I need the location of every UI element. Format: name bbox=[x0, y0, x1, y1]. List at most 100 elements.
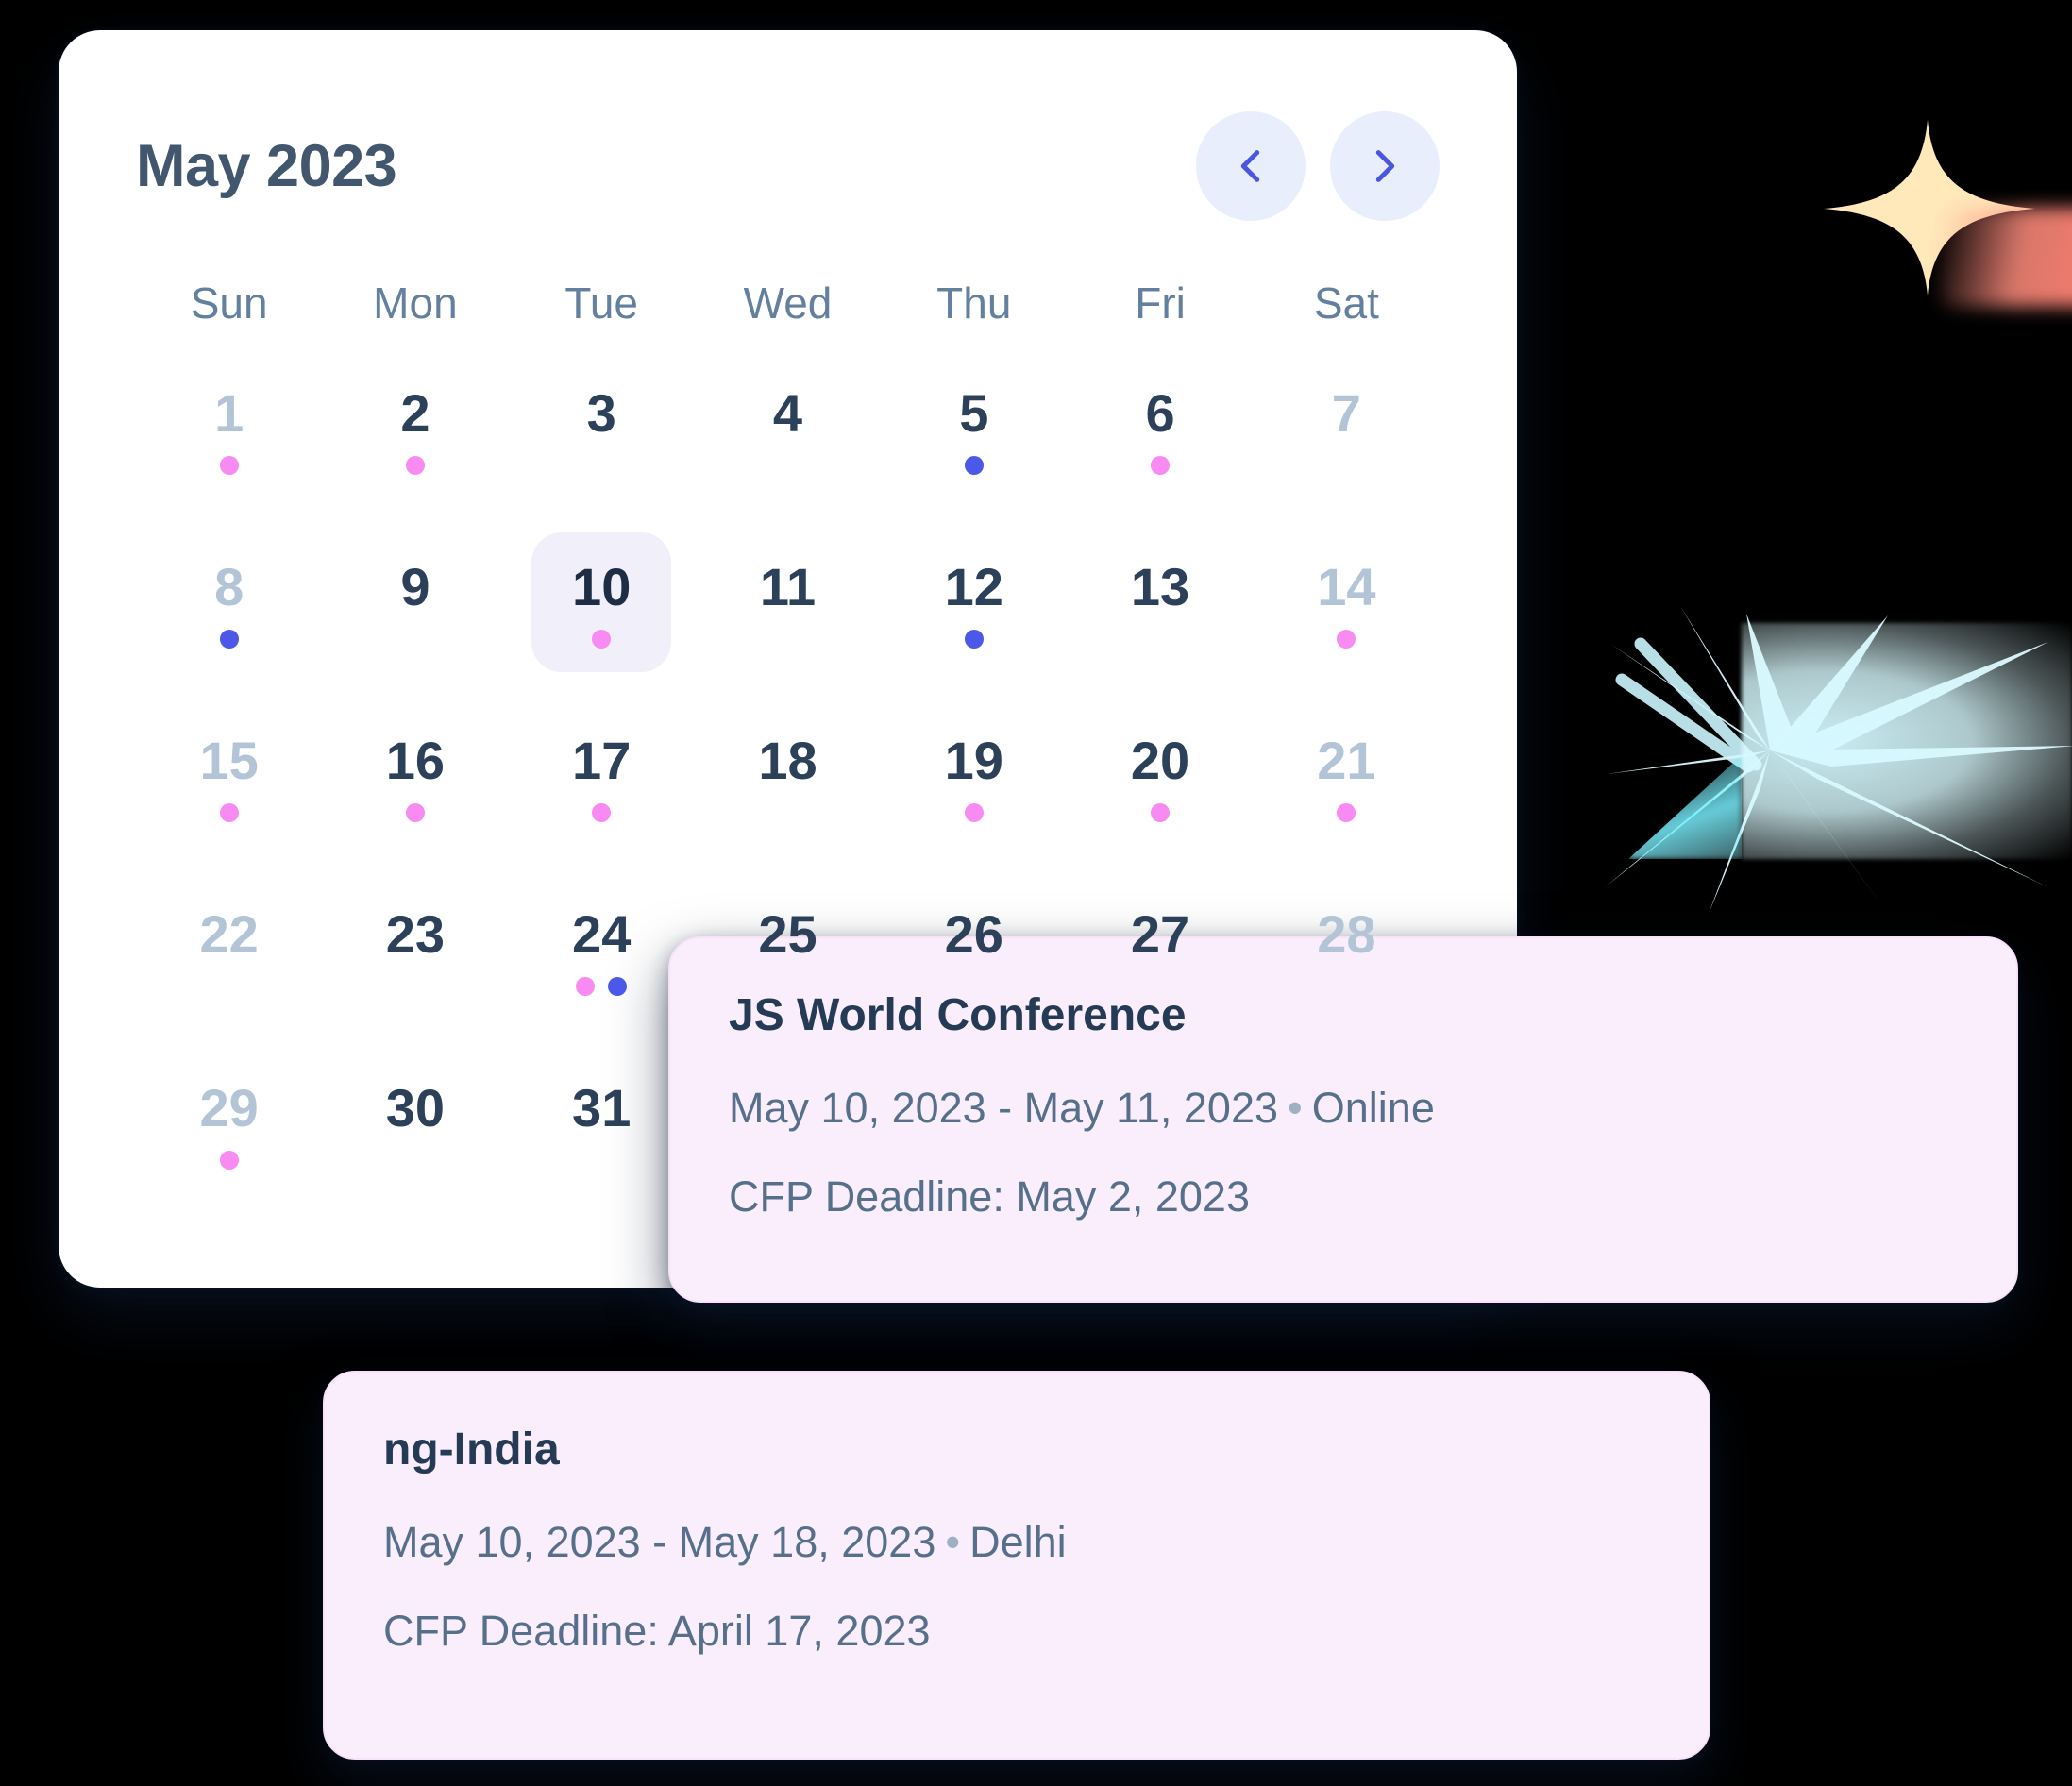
sparkle-cyan-wedge bbox=[1628, 755, 1742, 859]
event-dot-pink bbox=[1337, 630, 1356, 649]
calendar-day-cell[interactable]: 21 bbox=[1254, 706, 1440, 846]
day-number: 11 bbox=[759, 557, 817, 616]
day-number: 21 bbox=[1317, 731, 1376, 790]
calendar-day-cell[interactable]: 1 bbox=[136, 359, 322, 498]
chevron-left-icon bbox=[1240, 150, 1260, 182]
calendar-day-cell[interactable]: 10 bbox=[509, 532, 695, 672]
event-dot-blue bbox=[219, 630, 239, 649]
event-cfp-deadline: CFP Deadline: May 2, 2023 bbox=[729, 1171, 1250, 1221]
calendar-day-cell[interactable]: 18 bbox=[695, 706, 881, 846]
event-dot-pink bbox=[405, 456, 425, 475]
event-dot-blue bbox=[964, 630, 984, 649]
weekday-label: Sat bbox=[1313, 278, 1379, 328]
event-location: Online bbox=[1311, 1083, 1435, 1132]
event-cfp-deadline: CFP Deadline: April 17, 2023 bbox=[383, 1606, 931, 1655]
day-number: 16 bbox=[385, 731, 446, 790]
event-popover[interactable]: JS World Conference May 10, 2023 - May 1… bbox=[668, 936, 2018, 1303]
prev-month-button[interactable] bbox=[1196, 111, 1306, 221]
sparkle-blob-red bbox=[1940, 208, 2072, 307]
event-dot-pink bbox=[592, 630, 612, 649]
day-number: 7 bbox=[1331, 383, 1361, 443]
next-month-button[interactable] bbox=[1330, 111, 1440, 221]
event-location: Delhi bbox=[969, 1517, 1067, 1566]
day-number: 6 bbox=[1145, 383, 1175, 443]
day-number: 17 bbox=[572, 731, 632, 790]
calendar-day-cell[interactable]: 31 bbox=[509, 1053, 695, 1193]
day-number: 18 bbox=[758, 731, 817, 790]
calendar-day-cell[interactable]: 16 bbox=[322, 706, 508, 846]
calendar-day-cell[interactable]: 5 bbox=[881, 359, 1067, 498]
event-meta-separator: • bbox=[1288, 1083, 1303, 1132]
calendar-header: May 2023 bbox=[136, 106, 1440, 227]
day-number: 31 bbox=[572, 1078, 632, 1137]
day-number: 29 bbox=[199, 1078, 259, 1137]
calendar-day-cell[interactable]: 7 bbox=[1254, 359, 1440, 498]
day-number: 14 bbox=[1317, 557, 1376, 616]
event-meta: May 10, 2023 - May 18, 2023 • Delhi bbox=[383, 1517, 1650, 1568]
day-number: 5 bbox=[959, 383, 989, 443]
calendar-day-cell[interactable]: 3 bbox=[509, 359, 695, 498]
calendar-day-cell[interactable]: 15 bbox=[136, 706, 322, 846]
event-dot-group bbox=[964, 456, 984, 475]
day-number: 15 bbox=[199, 731, 259, 790]
calendar-day-cell[interactable]: 8 bbox=[136, 532, 322, 672]
calendar-day-cell[interactable]: 2 bbox=[322, 359, 508, 498]
day-number: 26 bbox=[944, 904, 1003, 964]
event-dot-blue bbox=[608, 977, 628, 996]
event-dot-group bbox=[1337, 803, 1356, 822]
day-number: 10 bbox=[572, 557, 632, 616]
calendar-day-cell[interactable]: 11 bbox=[695, 532, 881, 672]
event-dot-pink bbox=[964, 803, 984, 822]
calendar-day-cell[interactable]: 13 bbox=[1067, 532, 1253, 672]
event-dot-group bbox=[219, 803, 239, 822]
event-dot-pink bbox=[1337, 803, 1356, 822]
calendar-day-cell[interactable]: 19 bbox=[881, 706, 1067, 846]
day-number: 20 bbox=[1130, 731, 1190, 790]
calendar-day-cell[interactable]: 22 bbox=[136, 880, 322, 1019]
calendar-day-cell[interactable]: 14 bbox=[1254, 532, 1440, 672]
weekday-header-row: Sun Mon Tue Wed Thu Fri Sat bbox=[136, 281, 1440, 325]
day-number: 24 bbox=[572, 904, 632, 964]
day-number: 22 bbox=[199, 904, 259, 964]
weekday-label: Fri bbox=[1135, 278, 1186, 328]
weekday-label: Mon bbox=[373, 278, 458, 328]
calendar-day-cell[interactable]: 29 bbox=[136, 1053, 322, 1193]
event-dot-pink bbox=[1151, 456, 1171, 475]
weekday-label: Sun bbox=[190, 278, 268, 328]
event-dot-group bbox=[405, 456, 425, 475]
day-number: 25 bbox=[758, 904, 817, 964]
calendar-day-cell[interactable]: 17 bbox=[509, 706, 695, 846]
event-dot-pink bbox=[576, 977, 596, 996]
sparkle-star-cyan-icon bbox=[1605, 606, 2072, 914]
month-nav-group bbox=[1196, 111, 1440, 221]
event-dot-group bbox=[592, 803, 612, 822]
event-dot-group bbox=[592, 630, 612, 649]
event-dot-pink bbox=[219, 803, 239, 822]
calendar-day-cell[interactable]: 23 bbox=[322, 880, 508, 1019]
event-dot-pink bbox=[219, 456, 239, 475]
day-number: 27 bbox=[1130, 904, 1190, 964]
event-date-range: May 10, 2023 - May 11, 2023 bbox=[729, 1083, 1279, 1132]
calendar-day-cell[interactable]: 30 bbox=[322, 1053, 508, 1193]
day-number: 23 bbox=[385, 904, 446, 964]
calendar-day-cell[interactable]: 12 bbox=[881, 532, 1067, 672]
calendar-day-cell[interactable]: 4 bbox=[695, 359, 881, 498]
calendar-day-cell[interactable]: 20 bbox=[1067, 706, 1253, 846]
day-number: 2 bbox=[400, 383, 430, 443]
weekday-label: Thu bbox=[936, 278, 1012, 328]
event-dot-blue bbox=[964, 456, 984, 475]
chevron-right-icon bbox=[1375, 150, 1395, 182]
event-dot-group bbox=[1337, 630, 1356, 649]
calendar-day-cell[interactable]: 9 bbox=[322, 532, 508, 672]
calendar-day-cell[interactable]: 24 bbox=[509, 880, 695, 1019]
day-number: 13 bbox=[1130, 557, 1190, 616]
sparkle-star-yellow-icon bbox=[1824, 120, 2035, 295]
day-number: 8 bbox=[214, 557, 244, 616]
calendar-day-cell[interactable]: 6 bbox=[1067, 359, 1253, 498]
calendar-week-row: 1 2 3 4 5 6 7 bbox=[136, 359, 1440, 498]
calendar-week-row: 15 16 17 18 19 20 21 bbox=[136, 706, 1440, 846]
event-popover[interactable]: ng-India May 10, 2023 - May 18, 2023 • Del… bbox=[323, 1371, 1710, 1760]
day-number: 1 bbox=[214, 383, 244, 443]
calendar-week-row: 8 9 10 11 12 13 14 bbox=[136, 532, 1440, 672]
day-number: 30 bbox=[385, 1078, 446, 1137]
